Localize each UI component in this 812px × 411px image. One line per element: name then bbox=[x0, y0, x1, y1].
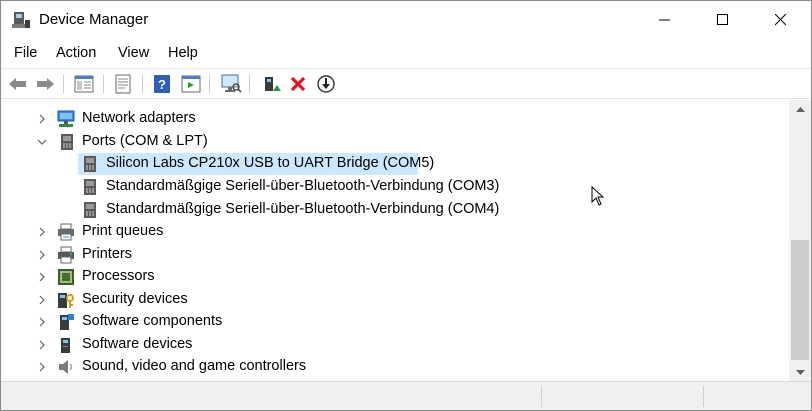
expand-chevron-icon[interactable] bbox=[36, 361, 48, 373]
show-hide-console-tree-button[interactable] bbox=[72, 72, 96, 96]
tree-item-label: Ports (COM & LPT) bbox=[82, 133, 208, 149]
sound-icon bbox=[59, 360, 73, 374]
tree-item-software-components[interactable]: Software components bbox=[2, 311, 782, 333]
collapse-chevron-icon[interactable] bbox=[36, 136, 48, 148]
tree-item-label: Processors bbox=[82, 268, 155, 284]
port-device-icon bbox=[84, 202, 96, 218]
forward-icon bbox=[37, 78, 54, 90]
show-hide-action-pane-button[interactable] bbox=[179, 72, 203, 96]
expand-chevron-icon[interactable] bbox=[36, 113, 48, 125]
toolbar-separator bbox=[103, 74, 104, 94]
tree-item-label: Sound, video and game controllers bbox=[82, 358, 307, 374]
scrollbar-thumb[interactable] bbox=[791, 240, 809, 360]
tree-item-label: Software components bbox=[82, 313, 223, 329]
scroll-down-button[interactable] bbox=[789, 364, 811, 381]
properties-pane-icon bbox=[74, 75, 94, 93]
forward-button[interactable] bbox=[33, 72, 57, 96]
toolbar-separator bbox=[209, 74, 210, 94]
help-button[interactable]: ? bbox=[150, 72, 174, 96]
device-manager-window: Device Manager File Action View Help ? N… bbox=[0, 0, 812, 411]
network-adapter-icon bbox=[57, 110, 75, 127]
back-button[interactable] bbox=[6, 72, 30, 96]
expand-chevron-icon[interactable] bbox=[36, 271, 48, 283]
disable-device-button[interactable] bbox=[314, 72, 338, 96]
toolbar: ? bbox=[1, 68, 811, 99]
maximize-button[interactable] bbox=[700, 1, 746, 39]
svg-text:?: ? bbox=[158, 77, 166, 92]
status-divider bbox=[541, 386, 542, 407]
tree-item-bluetooth-com4[interactable]: Standardmäßgige Seriell-über-Bluetooth-V… bbox=[2, 199, 782, 221]
tree-item-sound-video-game[interactable]: Sound, video and game controllers bbox=[2, 356, 782, 378]
tree-item-security-devices[interactable]: Security devices bbox=[2, 289, 782, 311]
toolbar-separator bbox=[249, 74, 250, 94]
maximize-icon bbox=[717, 14, 728, 25]
tree-item-label: Silicon Labs CP210x USB to UART Bridge (… bbox=[106, 155, 435, 171]
tree-item-label: Standardmäßgige Seriell-über-Bluetooth-V… bbox=[106, 201, 500, 217]
minimize-icon bbox=[659, 19, 670, 21]
update-driver-icon bbox=[265, 77, 281, 91]
port-icon bbox=[61, 134, 73, 150]
status-bar bbox=[1, 381, 811, 410]
uninstall-device-icon bbox=[290, 76, 306, 92]
scroll-up-icon bbox=[795, 106, 805, 112]
update-driver-button[interactable] bbox=[259, 72, 283, 96]
scan-hardware-button[interactable] bbox=[219, 72, 243, 96]
tree-item-label: Printers bbox=[82, 246, 132, 262]
scroll-up-button[interactable] bbox=[789, 100, 811, 117]
properties-button[interactable] bbox=[111, 72, 135, 96]
security-device-icon bbox=[58, 293, 74, 308]
menu-help[interactable]: Help bbox=[168, 45, 198, 61]
tree-item-label: Print queues bbox=[82, 223, 164, 239]
software-device-icon bbox=[61, 338, 70, 353]
back-icon bbox=[9, 78, 26, 90]
minimize-button[interactable] bbox=[642, 1, 688, 39]
scroll-down-icon bbox=[795, 369, 805, 375]
print-queue-icon bbox=[58, 223, 74, 241]
menu-view[interactable]: View bbox=[118, 45, 149, 61]
mouse-cursor-icon bbox=[591, 186, 605, 206]
menu-bar: File Action View Help bbox=[1, 43, 811, 67]
expand-chevron-icon[interactable] bbox=[36, 316, 48, 328]
menu-file[interactable]: File bbox=[14, 45, 37, 61]
tree-item-label: Software devices bbox=[82, 336, 193, 352]
tree-item-processors[interactable]: Processors bbox=[2, 266, 782, 288]
tree-item-ports[interactable]: Ports (COM & LPT) bbox=[2, 131, 782, 153]
tree-item-network-adapters[interactable]: Network adapters bbox=[2, 108, 782, 130]
expand-chevron-icon[interactable] bbox=[36, 339, 48, 351]
device-manager-app-icon bbox=[12, 12, 30, 28]
tree-item-silicon-labs-cp210x[interactable]: Silicon Labs CP210x USB to UART Bridge (… bbox=[2, 153, 782, 175]
tree-item-bluetooth-com3[interactable]: Standardmäßgige Seriell-über-Bluetooth-V… bbox=[2, 176, 782, 198]
tree-item-print-queues[interactable]: Print queues bbox=[2, 221, 782, 243]
software-component-icon bbox=[60, 314, 74, 330]
expand-chevron-icon[interactable] bbox=[36, 249, 48, 261]
port-device-icon bbox=[84, 156, 96, 172]
tree-item-label: Standardmäßgige Seriell-über-Bluetooth-V… bbox=[106, 178, 500, 194]
uninstall-device-button[interactable] bbox=[286, 72, 310, 96]
window-title: Device Manager bbox=[39, 11, 149, 28]
toolbar-separator bbox=[142, 74, 143, 94]
scan-hardware-icon bbox=[221, 74, 242, 93]
expand-chevron-icon[interactable] bbox=[36, 294, 48, 306]
processor-icon bbox=[58, 269, 74, 285]
disable-device-icon bbox=[317, 75, 335, 93]
title-bar[interactable]: Device Manager bbox=[1, 1, 811, 39]
tree-item-label: Security devices bbox=[82, 291, 188, 307]
action-pane-icon bbox=[181, 75, 201, 93]
close-button[interactable] bbox=[758, 1, 804, 39]
menu-action[interactable]: Action bbox=[56, 45, 96, 61]
status-divider bbox=[703, 386, 704, 407]
vertical-scrollbar[interactable] bbox=[789, 100, 811, 381]
expand-chevron-icon[interactable] bbox=[36, 226, 48, 238]
help-icon: ? bbox=[154, 75, 170, 93]
tree-item-label: Network adapters bbox=[82, 110, 196, 126]
port-device-icon bbox=[84, 179, 96, 195]
device-tree[interactable]: Network adapters Ports (COM & LPT) Silic… bbox=[2, 100, 789, 380]
close-icon bbox=[775, 14, 787, 26]
printer-icon bbox=[58, 246, 74, 264]
toolbar-separator bbox=[63, 74, 64, 94]
tree-item-printers[interactable]: Printers bbox=[2, 244, 782, 266]
tree-item-software-devices[interactable]: Software devices bbox=[2, 334, 782, 356]
properties-icon bbox=[115, 74, 131, 94]
